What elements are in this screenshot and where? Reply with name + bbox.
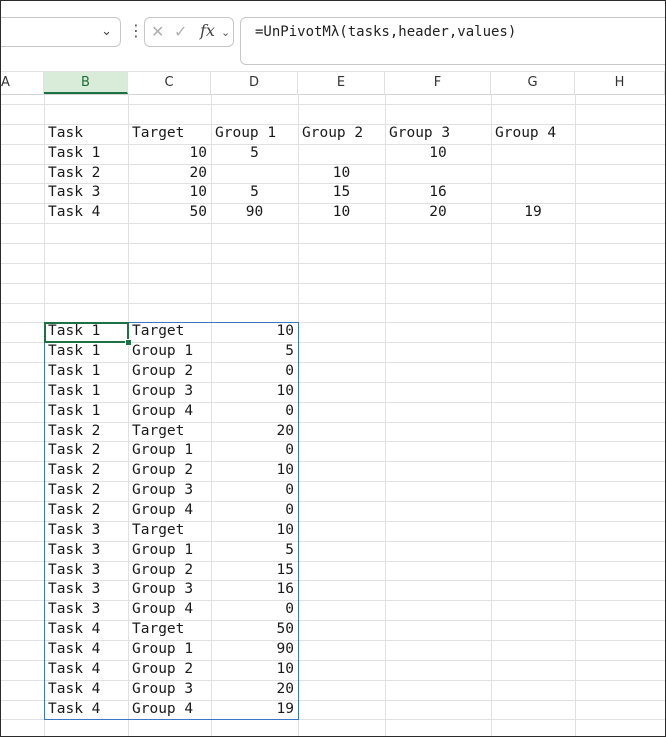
more-options-icon[interactable]: ⋮ [128,21,144,40]
chevron-down-icon[interactable]: ⌄ [221,26,230,39]
formula-input[interactable]: =UnPivotMλ(tasks,header,values) [240,17,665,65]
column-header-e[interactable]: E [298,72,385,94]
table-cell[interactable]: 5 [211,183,298,202]
table-header-cell[interactable]: Group 4 [495,124,575,143]
formula-tools: ✕ ✓ fx ⌄ [144,17,234,47]
cell-grid[interactable]: Task Target Group 1 Group 2 Group 3 Group 4 Ta… [1,94,665,736]
row-gridline [1,223,665,225]
chevron-down-icon[interactable]: ⌄ [101,24,112,39]
table-cell[interactable]: 10 [385,144,491,163]
table-cell[interactable]: 20 [385,203,491,222]
table-cell[interactable]: 20 [128,164,207,183]
column-headers: ABCDEFGH [1,72,665,95]
table-cell[interactable]: Task 3 [48,183,128,202]
table-cell[interactable]: 10 [298,203,385,222]
table-cell[interactable]: Task 2 [48,164,128,183]
formula-text[interactable]: =UnPivotMλ(tasks,header,values) [255,24,516,40]
table-header-cell[interactable]: Task [48,124,128,143]
column-header-h[interactable]: H [575,72,665,94]
insert-function-icon[interactable]: fx [200,21,215,40]
table-header-cell[interactable]: Target [132,124,211,143]
table-cell[interactable]: 10 [298,164,385,183]
table-cell[interactable]: 15 [298,183,385,202]
table-header-cell[interactable]: Group 3 [389,124,491,143]
row-gridline [1,302,665,304]
name-box[interactable]: ⌄ [1,17,121,47]
column-header-b[interactable]: B [44,72,128,94]
formula-bar: ⌄ ⋮ ✕ ✓ fx ⌄ =UnPivotMλ(tasks,header,val… [1,1,665,72]
fill-handle[interactable] [125,339,132,347]
table-header-cell[interactable]: Group 2 [302,124,385,143]
table-cell[interactable]: 50 [128,203,207,222]
table-header-cell[interactable]: Group 1 [215,124,298,143]
table-cell[interactable]: Task 4 [48,203,128,222]
table-cell[interactable]: 90 [211,203,298,222]
row-gridline [1,104,665,105]
column-header-d[interactable]: D [211,72,298,94]
column-header-c[interactable]: C [128,72,211,94]
table-cell[interactable]: 10 [128,183,207,202]
table-cell[interactable]: 19 [491,203,575,222]
spill-range-border [44,322,299,721]
column-header-g[interactable]: G [491,72,575,94]
column-header-f[interactable]: F [385,72,491,94]
spreadsheet-window: ⌄ ⋮ ✕ ✓ fx ⌄ =UnPivotMλ(tasks,header,val… [0,0,666,737]
cancel-icon[interactable]: ✕ [151,22,164,41]
table-cell[interactable]: 10 [128,144,207,163]
active-cell[interactable] [44,322,129,344]
row-gridline [1,282,665,284]
column-header-a[interactable]: A [1,72,44,94]
table-cell[interactable]: 5 [211,144,298,163]
table-cell[interactable]: 16 [385,183,491,202]
check-icon[interactable]: ✓ [174,22,187,41]
row-gridline [1,262,665,264]
table-cell[interactable]: Task 1 [48,144,128,163]
row-gridline [1,242,665,244]
